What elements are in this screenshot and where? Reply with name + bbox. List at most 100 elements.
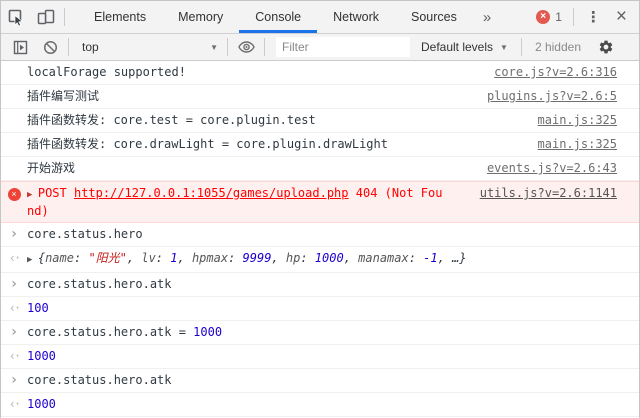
devtools-window: ElementsMemoryConsoleNetworkSources » × … <box>0 0 640 418</box>
inspect-element-icon[interactable] <box>1 4 31 30</box>
token-plain: 插件函数转发: core.drawLight = core.plugin.dra… <box>27 137 388 151</box>
live-expression-eye-icon[interactable] <box>231 34 261 60</box>
token-number: 1000 <box>315 251 344 265</box>
row-gutter: × <box>1 185 27 202</box>
divider <box>64 8 65 26</box>
context-value: top <box>82 40 99 54</box>
console-toolbar: top ▼ Default levels ▼ 2 hidden <box>1 34 639 61</box>
row-gutter: › <box>1 276 27 293</box>
console-result-row: ‹·▶ {name: "阳光", lv: 1, hpmax: 9999, hp:… <box>1 247 639 273</box>
token-number: 1000 <box>27 397 56 411</box>
message-text: 插件函数转发: core.drawLight = core.plugin.dra… <box>27 136 388 153</box>
more-panels-icon[interactable]: » <box>473 9 501 26</box>
hidden-messages-count[interactable]: 2 hidden <box>525 40 591 54</box>
result-arrow-icon: ‹· <box>9 301 19 315</box>
log-levels-dropdown[interactable]: Default levels ▼ <box>411 40 518 54</box>
token-number: 9999 <box>243 251 272 265</box>
token-key: hp <box>286 251 300 265</box>
close-icon[interactable]: × <box>610 6 639 28</box>
token-plain: : <box>74 251 88 265</box>
chevron-down-icon: ▼ <box>210 43 218 52</box>
tab-elements[interactable]: Elements <box>78 1 162 33</box>
token-plain: core.status.hero.atk = <box>27 325 193 339</box>
error-count: 1 <box>555 10 562 24</box>
error-circle-icon: × <box>8 188 21 201</box>
error-badge-icon: × <box>536 10 550 24</box>
result-arrow-icon: ‹· <box>9 251 19 265</box>
console-sidebar-icon[interactable] <box>5 34 35 60</box>
console-command-row: › core.status.hero.atk <box>1 273 639 297</box>
token-plain: , …} <box>438 251 467 265</box>
message-text: ▶ POST http://127.0.0.1:1055/games/uploa… <box>27 185 443 219</box>
token-plain: , <box>177 251 191 265</box>
divider <box>573 8 574 26</box>
console-log-row: 插件编写测试 plugins.js?v=2.6:5 <box>1 85 639 109</box>
token-plain: core.status.hero.atk <box>27 373 172 387</box>
result-arrow-icon: ‹· <box>9 349 19 363</box>
device-toolbar-icon[interactable] <box>31 4 61 30</box>
divider <box>227 38 228 56</box>
request-url-link[interactable]: http://127.0.0.1:1055/games/upload.php <box>74 186 349 200</box>
message-text: 插件编写测试 <box>27 88 99 105</box>
row-gutter: ‹· <box>1 348 27 365</box>
message-text: 插件函数转发: core.test = core.plugin.test <box>27 112 316 129</box>
devtools-tabbar: ElementsMemoryConsoleNetworkSources » × … <box>1 1 639 34</box>
token-plain: : <box>300 251 314 265</box>
tab-memory[interactable]: Memory <box>162 1 239 33</box>
token-plain: : <box>156 251 170 265</box>
source-location-link[interactable]: main.js:325 <box>526 136 617 153</box>
token-key: hpmax <box>192 251 228 265</box>
tab-console[interactable]: Console <box>239 1 317 33</box>
token-plain: 插件编写测试 <box>27 89 99 103</box>
token-key: manamax <box>358 251 409 265</box>
message-text: 100 <box>27 300 49 317</box>
console-result-row: ‹· 1000 <box>1 345 639 369</box>
token-plain: { <box>38 251 45 265</box>
token-key: lv <box>141 251 155 265</box>
console-error-row: × ▶ POST http://127.0.0.1:1055/games/uplo… <box>1 181 639 223</box>
source-location-link[interactable]: plugins.js?v=2.6:5 <box>475 88 617 105</box>
execution-context-selector[interactable]: top ▼ <box>72 40 224 54</box>
source-location-link[interactable]: core.js?v=2.6:316 <box>482 64 617 81</box>
message-text: core.status.hero <box>27 226 143 243</box>
expand-triangle-icon[interactable]: ▶ <box>27 255 38 265</box>
error-count-button[interactable]: × 1 <box>528 10 570 24</box>
console-command-row: › core.status.hero <box>1 223 639 247</box>
panel-tabs: ElementsMemoryConsoleNetworkSources <box>78 1 473 33</box>
tab-network[interactable]: Network <box>317 1 395 33</box>
menu-kebab-icon[interactable]: ⋮ <box>577 8 610 26</box>
token-number: 1000 <box>193 325 222 339</box>
filter-input[interactable] <box>276 37 410 57</box>
token-plain: , <box>344 251 358 265</box>
token-key: name <box>45 251 74 265</box>
divider <box>521 38 522 56</box>
row-gutter: › <box>1 372 27 389</box>
token-plain: , <box>127 251 141 265</box>
token-plain: 开始游戏 <box>27 161 75 175</box>
message-text: core.status.hero.atk <box>27 372 172 389</box>
row-gutter: › <box>1 324 27 341</box>
expand-triangle-icon[interactable]: ▶ <box>27 190 38 200</box>
input-chevron-icon: › <box>10 226 18 242</box>
token-plain: core.status.hero.atk <box>27 277 172 291</box>
token-plain: localForage supported! <box>27 65 186 79</box>
input-chevron-icon: › <box>10 276 18 292</box>
clear-console-icon[interactable] <box>35 34 65 60</box>
console-settings-gear-icon[interactable] <box>591 34 621 60</box>
source-location-link[interactable]: events.js?v=2.6:43 <box>475 160 617 177</box>
source-location-link[interactable]: main.js:325 <box>526 112 617 129</box>
tab-sources[interactable]: Sources <box>395 1 473 33</box>
message-text: 开始游戏 <box>27 160 75 177</box>
token-string: "阳光" <box>88 251 126 265</box>
source-location-link[interactable]: utils.js?v=2.6:1141 <box>468 185 617 201</box>
row-gutter: ‹· <box>1 300 27 317</box>
console-command-row: ›core.status.hero.atk <box>1 369 639 393</box>
console-messages: localForage supported! core.js?v=2.6:316 插… <box>1 61 639 418</box>
message-text: 1000 <box>27 396 56 413</box>
tabbar-right-controls: × 1 ⋮ × <box>528 6 639 28</box>
console-log-row: 插件函数转发: core.drawLight = core.plugin.dra… <box>1 133 639 157</box>
message-text: 1000 <box>27 348 56 365</box>
input-chevron-icon: › <box>10 324 18 340</box>
token-plain: POST <box>38 186 74 200</box>
result-arrow-icon: ‹· <box>9 397 19 411</box>
